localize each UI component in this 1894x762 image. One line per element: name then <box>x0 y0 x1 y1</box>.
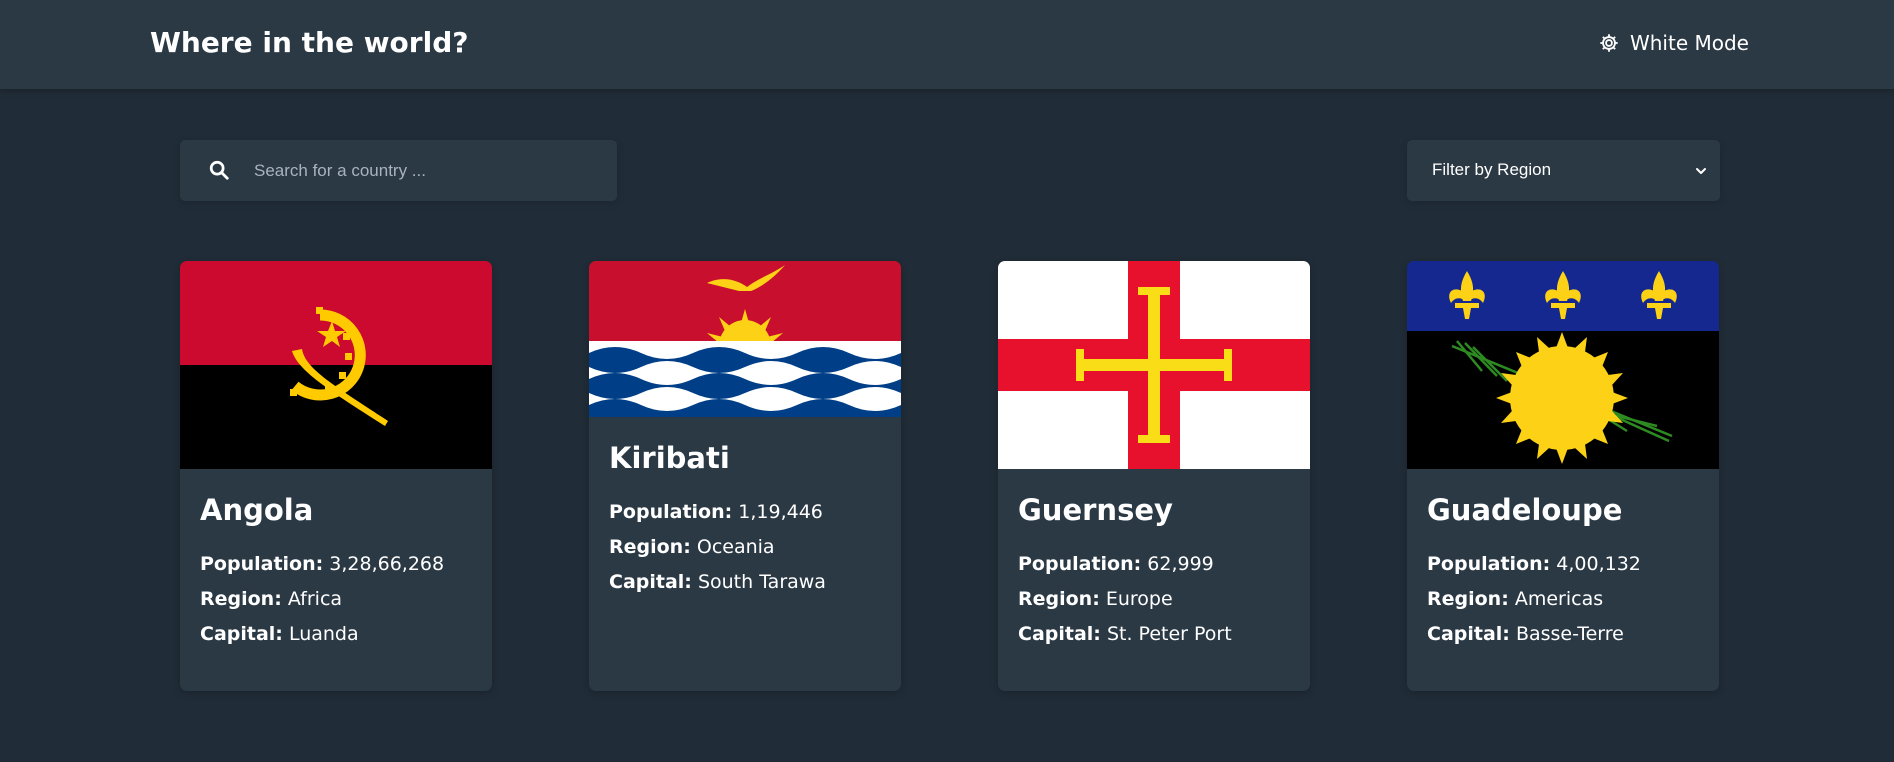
capital-value: St. Peter Port <box>1106 623 1232 645</box>
population-label: Population: <box>609 501 733 523</box>
search-box <box>180 140 617 201</box>
population-value: 4,00,132 <box>1556 553 1641 575</box>
region-filter-select[interactable]: Filter by Region <box>1407 140 1720 201</box>
region-row: Region: Africa <box>200 582 444 617</box>
region-row: Region: Oceania <box>609 530 826 565</box>
capital-value: Basse-Terre <box>1515 623 1624 645</box>
capital-label: Capital: <box>1427 623 1510 645</box>
country-name: Kiribati <box>609 441 730 475</box>
population-label: Population: <box>200 553 324 575</box>
country-card-guernsey[interactable]: Guernsey Population: 62,999 Region: Euro… <box>998 261 1310 691</box>
country-card-angola[interactable]: Angola Population: 3,28,66,268 Region: A… <box>180 261 492 691</box>
capital-row: Capital: Basse-Terre <box>1427 617 1641 652</box>
region-label: Region: <box>609 536 691 558</box>
flag-guernsey <box>998 261 1310 469</box>
chevron-down-icon <box>1696 168 1706 174</box>
country-card-kiribati[interactable]: Kiribati Population: 1,19,446 Region: Oc… <box>589 261 901 691</box>
region-filter-label: Filter by Region <box>1432 160 1552 179</box>
theme-toggle-label: White Mode <box>1629 31 1749 55</box>
country-name: Guernsey <box>1018 493 1173 527</box>
search-input[interactable] <box>254 140 594 201</box>
region-value: Americas <box>1514 588 1604 610</box>
flag-kiribati <box>589 261 901 417</box>
search-icon <box>209 160 229 180</box>
capital-row: Capital: Luanda <box>200 617 444 652</box>
population-row: Population: 1,19,446 <box>609 495 826 530</box>
region-label: Region: <box>200 588 282 610</box>
capital-value: South Tarawa <box>697 571 826 593</box>
country-name: Angola <box>200 493 314 527</box>
app-title: Where in the world? <box>150 26 469 59</box>
capital-label: Capital: <box>609 571 692 593</box>
flag-angola <box>180 261 492 469</box>
region-label: Region: <box>1427 588 1509 610</box>
flag-guadeloupe <box>1407 261 1719 469</box>
capital-row: Capital: South Tarawa <box>609 565 826 600</box>
population-label: Population: <box>1018 553 1142 575</box>
gear-icon <box>1600 34 1618 52</box>
population-value: 1,19,446 <box>738 501 823 523</box>
capital-row: Capital: St. Peter Port <box>1018 617 1232 652</box>
region-value: Oceania <box>696 536 775 558</box>
header-bar: Where in the world? White Mode <box>0 0 1894 89</box>
country-card-guadeloupe[interactable]: Guadeloupe Population: 4,00,132 Region: … <box>1407 261 1719 691</box>
population-row: Population: 4,00,132 <box>1427 547 1641 582</box>
population-row: Population: 62,999 <box>1018 547 1232 582</box>
population-value: 3,28,66,268 <box>329 553 445 575</box>
theme-toggle-button[interactable]: White Mode <box>1598 31 1749 55</box>
capital-label: Capital: <box>1018 623 1101 645</box>
region-row: Region: Europe <box>1018 582 1232 617</box>
capital-label: Capital: <box>200 623 283 645</box>
region-label: Region: <box>1018 588 1100 610</box>
population-value: 62,999 <box>1147 553 1214 575</box>
country-name: Guadeloupe <box>1427 493 1623 527</box>
population-row: Population: 3,28,66,268 <box>200 547 444 582</box>
capital-value: Luanda <box>288 623 359 645</box>
region-value: Africa <box>287 588 343 610</box>
population-label: Population: <box>1427 553 1551 575</box>
region-row: Region: Americas <box>1427 582 1641 617</box>
region-value: Europe <box>1105 588 1173 610</box>
